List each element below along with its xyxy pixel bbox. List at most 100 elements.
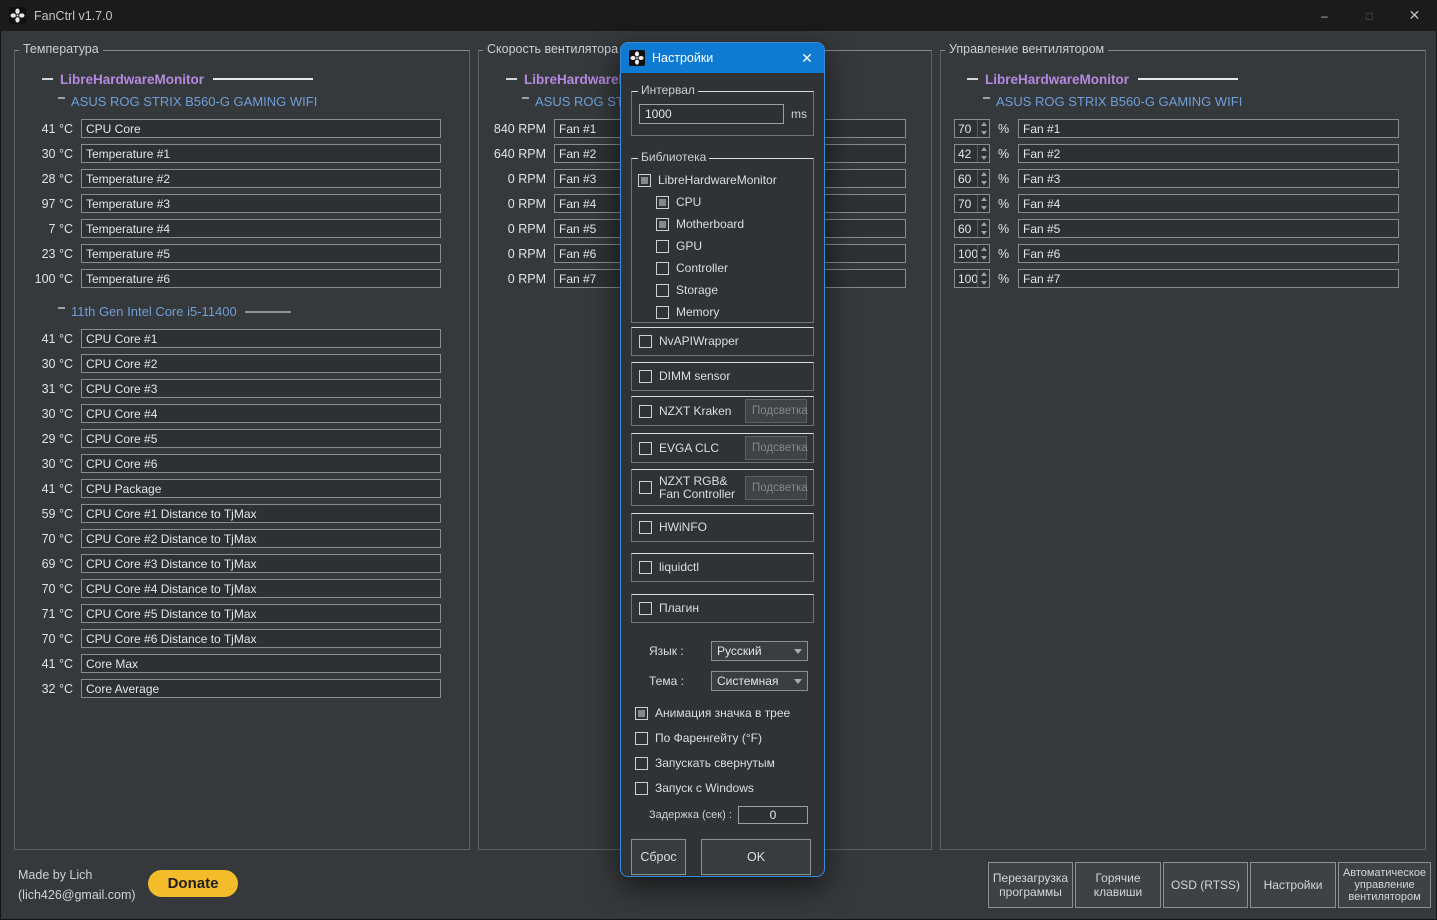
- sensor-name-field[interactable]: [81, 194, 441, 213]
- backlight-button[interactable]: Подсветка: [745, 475, 808, 500]
- fan-duty-input[interactable]: [955, 145, 977, 162]
- fan-duty-spinner[interactable]: [954, 219, 990, 238]
- settings-button[interactable]: Настройки: [1250, 862, 1336, 908]
- sensor-name-field[interactable]: [81, 604, 441, 623]
- reset-button[interactable]: Сброс: [631, 839, 686, 875]
- fan-duty-spinner[interactable]: [954, 269, 990, 288]
- sensor-name-field[interactable]: [81, 169, 441, 188]
- theme-select[interactable]: Системная: [711, 671, 808, 691]
- spinner-up-button[interactable]: [978, 170, 989, 179]
- spinner-up-button[interactable]: [978, 195, 989, 204]
- library-checkbox[interactable]: [639, 441, 652, 455]
- hotkeys-button[interactable]: Горячие клавиши: [1075, 862, 1161, 908]
- library-checkbox[interactable]: [656, 261, 669, 275]
- sensor-name-field[interactable]: [1018, 219, 1399, 238]
- library-checkbox[interactable]: [638, 173, 651, 187]
- sensor-name-field[interactable]: [1018, 244, 1399, 263]
- fan-duty-input[interactable]: [955, 245, 977, 262]
- sensor-name-field[interactable]: [1018, 269, 1399, 288]
- option-checkbox[interactable]: [635, 756, 648, 770]
- sensor-name-field[interactable]: [81, 504, 441, 523]
- sensor-name-field[interactable]: [81, 354, 441, 373]
- dialog-close-icon[interactable]: ✕: [790, 43, 824, 73]
- delay-input[interactable]: [738, 806, 808, 824]
- spinner-down-button[interactable]: [978, 229, 989, 238]
- sensor-name-field[interactable]: [81, 629, 441, 648]
- sensor-name-field[interactable]: [81, 269, 441, 288]
- sensor-name-field[interactable]: [1018, 194, 1399, 213]
- maximize-button[interactable]: □: [1347, 0, 1392, 31]
- option-checkbox[interactable]: [635, 781, 648, 795]
- sensor-name-field[interactable]: [81, 679, 441, 698]
- sensor-name-field[interactable]: [81, 479, 441, 498]
- sensor-name-field[interactable]: [81, 554, 441, 573]
- library-checkbox[interactable]: [656, 283, 669, 297]
- spinner-down-button[interactable]: [978, 129, 989, 138]
- sensor-name-field[interactable]: [81, 654, 441, 673]
- language-select[interactable]: Русский: [711, 641, 808, 661]
- spinner-up-button[interactable]: [978, 120, 989, 129]
- sensor-name-field[interactable]: [81, 404, 441, 423]
- settings-dialog-titlebar[interactable]: Настройки ✕: [621, 43, 824, 73]
- library-checkbox[interactable]: [639, 335, 652, 348]
- backlight-button[interactable]: Подсветка: [745, 399, 808, 423]
- close-button[interactable]: ✕: [1392, 0, 1437, 31]
- sensor-name-field[interactable]: [81, 119, 441, 138]
- backlight-button[interactable]: Подсветка: [745, 436, 808, 460]
- fan-duty-spinner[interactable]: [954, 169, 990, 188]
- sensor-name-field[interactable]: [81, 429, 441, 448]
- sensor-name-field[interactable]: [81, 219, 441, 238]
- donate-button[interactable]: Donate: [148, 870, 238, 897]
- fan-duty-spinner[interactable]: [954, 194, 990, 213]
- restart-program-button[interactable]: Перезагрузка программы: [988, 862, 1073, 908]
- fan-duty-spinner[interactable]: [954, 244, 990, 263]
- sensor-name-field[interactable]: [1018, 119, 1399, 138]
- library-checkbox[interactable]: [639, 370, 652, 383]
- fan-duty-input[interactable]: [955, 120, 977, 137]
- library-checkbox[interactable]: [656, 239, 669, 253]
- sensor-name-field[interactable]: [1018, 144, 1399, 163]
- fan-duty-input[interactable]: [955, 220, 977, 237]
- spinner-down-button[interactable]: [978, 204, 989, 213]
- spinner-down-button[interactable]: [978, 154, 989, 163]
- fan-duty-input[interactable]: [955, 270, 977, 287]
- tree-collapse-icon[interactable]: [983, 96, 990, 99]
- sensor-name-field[interactable]: [81, 579, 441, 598]
- spinner-up-button[interactable]: [978, 145, 989, 154]
- library-checkbox[interactable]: [639, 602, 652, 615]
- tree-collapse-icon[interactable]: [967, 78, 978, 80]
- library-checkbox[interactable]: [639, 561, 652, 574]
- library-checkbox[interactable]: [639, 481, 652, 494]
- library-checkbox[interactable]: [656, 217, 669, 231]
- tree-collapse-icon[interactable]: [506, 78, 517, 80]
- interval-input[interactable]: [639, 103, 784, 124]
- sensor-name-field[interactable]: [1018, 169, 1399, 188]
- fan-duty-input[interactable]: [955, 170, 977, 187]
- osd-rtss-button[interactable]: OSD (RTSS): [1163, 862, 1248, 908]
- library-checkbox[interactable]: [656, 195, 669, 209]
- library-checkbox[interactable]: [639, 521, 652, 534]
- tree-collapse-icon[interactable]: [58, 306, 65, 309]
- ok-button[interactable]: OK: [701, 839, 811, 875]
- sensor-name-field[interactable]: [81, 144, 441, 163]
- spinner-down-button[interactable]: [978, 179, 989, 188]
- sensor-name-field[interactable]: [81, 244, 441, 263]
- spinner-up-button[interactable]: [978, 220, 989, 229]
- spinner-up-button[interactable]: [978, 270, 989, 279]
- tree-collapse-icon[interactable]: [522, 96, 529, 99]
- auto-fan-control-button[interactable]: Автоматическое управление вентилятором: [1338, 862, 1431, 908]
- spinner-down-button[interactable]: [978, 254, 989, 263]
- fan-duty-input[interactable]: [955, 195, 977, 212]
- sensor-name-field[interactable]: [81, 379, 441, 398]
- spinner-down-button[interactable]: [978, 279, 989, 288]
- option-checkbox[interactable]: [635, 706, 648, 720]
- sensor-name-field[interactable]: [81, 454, 441, 473]
- tree-collapse-icon[interactable]: [42, 78, 53, 80]
- tree-collapse-icon[interactable]: [58, 96, 65, 99]
- option-checkbox[interactable]: [635, 731, 648, 745]
- sensor-name-field[interactable]: [81, 329, 441, 348]
- library-checkbox[interactable]: [656, 305, 669, 319]
- spinner-up-button[interactable]: [978, 245, 989, 254]
- library-checkbox[interactable]: [639, 404, 652, 418]
- fan-duty-spinner[interactable]: [954, 144, 990, 163]
